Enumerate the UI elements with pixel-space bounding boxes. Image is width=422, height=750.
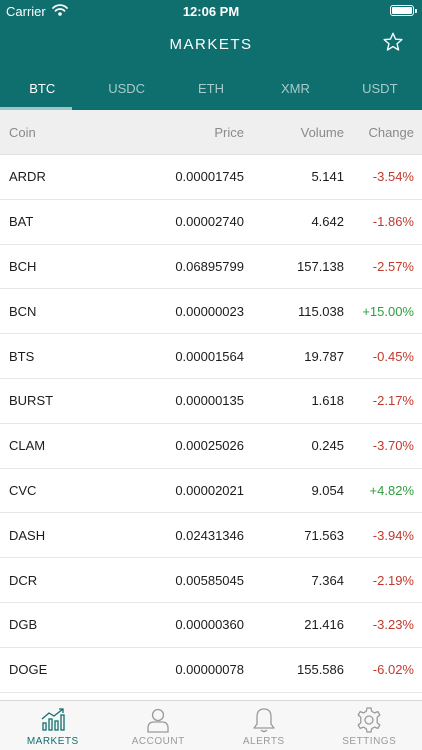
table-row[interactable]: BCH 0.06895799 157.138 -2.57% [0, 245, 422, 290]
tabbar-markets[interactable]: MARKETS [0, 701, 106, 750]
change-cell: -2.17% [372, 393, 414, 409]
change-cell: -1.86% [372, 214, 414, 230]
table-row[interactable]: BCN 0.00000023 115.038 +15.00% [0, 289, 422, 335]
volume-cell: 5.141 [311, 169, 344, 185]
page-title: MARKETS [169, 36, 253, 53]
volume-cell: 7.364 [311, 572, 344, 588]
price-cell: 0.00000360 [175, 617, 244, 633]
table-row[interactable]: DCR 0.00585045 7.364 -2.19% [0, 558, 422, 603]
change-cell: -3.94% [372, 527, 414, 543]
status-time: 12:06 PM [182, 4, 240, 19]
price-cell: 0.06895799 [175, 258, 244, 274]
column-header-coin[interactable]: Coin [0, 125, 150, 140]
coin-cell: DASH [9, 527, 46, 543]
price-cell: 0.00025026 [175, 438, 244, 454]
change-cell: +15.00% [362, 303, 414, 319]
change-cell: -6.02% [372, 662, 414, 678]
top-bar: Carrier 12:06 PM MARKETS BTC USDC ETH XM… [0, 0, 422, 110]
price-cell: 0.00000078 [175, 662, 244, 678]
change-cell: +4.82% [369, 482, 414, 498]
tabbar-alerts-label: ALERTS [242, 736, 285, 747]
coin-cell: ARDR [9, 169, 46, 185]
column-header-price[interactable]: Price [150, 125, 244, 140]
coin-cell: BCN [9, 303, 37, 319]
price-cell: 0.00000023 [175, 303, 244, 319]
tab-btc[interactable]: BTC [0, 66, 84, 110]
price-cell: 0.02431346 [175, 527, 244, 543]
tab-eth[interactable]: ETH [169, 66, 253, 110]
volume-cell: 71.563 [304, 527, 344, 543]
bell-icon [250, 706, 278, 734]
change-cell: -3.54% [372, 169, 414, 185]
table-row[interactable]: BAT 0.00002740 4.642 -1.86% [0, 200, 422, 245]
markets-table: Coin Price Volume Change ARDR 0.00001745… [0, 110, 422, 700]
volume-cell: 157.138 [297, 258, 344, 274]
table-row[interactable]: CVC 0.00002021 9.054 +4.82% [0, 469, 422, 514]
coin-cell: BCH [9, 258, 37, 274]
price-cell: 0.00001564 [175, 348, 244, 364]
price-cell: 0.00000135 [175, 393, 244, 409]
star-icon[interactable] [382, 31, 404, 53]
table-row[interactable]: BURST 0.00000135 1.618 -2.17% [0, 379, 422, 424]
coin-cell: BTS [9, 348, 35, 364]
tabbar-settings-label: SETTINGS [342, 736, 397, 747]
volume-cell: 9.054 [311, 482, 344, 498]
table-row[interactable]: CLAM 0.00025026 0.245 -3.70% [0, 424, 422, 469]
tabbar-markets-label: MARKETS [26, 736, 79, 747]
volume-cell: 0.245 [311, 438, 344, 454]
table-row[interactable]: DGB 0.00000360 21.416 -3.23% [0, 603, 422, 648]
volume-cell: 21.416 [304, 617, 344, 633]
bottom-tab-bar: MARKETS ACCOUNT ALERTS SETTINGS [0, 700, 422, 750]
coin-cell: CLAM [9, 438, 46, 454]
volume-cell: 1.618 [311, 393, 344, 409]
tabbar-account-label: ACCOUNT [131, 736, 185, 747]
tab-xmr[interactable]: XMR [253, 66, 337, 110]
change-cell: -2.19% [372, 572, 414, 588]
gear-icon [355, 706, 383, 734]
currency-tabs: BTC USDC ETH XMR USDT [0, 66, 422, 110]
coin-cell: BURST [9, 393, 54, 409]
table-row[interactable]: ARDR 0.00001745 5.141 -3.54% [0, 155, 422, 200]
table-row[interactable]: DASH 0.02431346 71.563 -3.94% [0, 513, 422, 559]
price-cell: 0.00002021 [175, 482, 244, 498]
tab-usdc[interactable]: USDC [84, 66, 168, 110]
tabbar-settings[interactable]: SETTINGS [317, 701, 422, 750]
coin-cell: DCR [9, 572, 38, 588]
table-row[interactable]: DOGE 0.00000078 155.586 -6.02% [0, 648, 422, 693]
table-header: Coin Price Volume Change [0, 110, 422, 155]
volume-cell: 19.787 [304, 348, 344, 364]
table-row[interactable]: BTS 0.00001564 19.787 -0.45% [0, 334, 422, 379]
battery-icon [390, 5, 417, 16]
user-icon [144, 706, 172, 734]
coin-cell: CVC [9, 482, 37, 498]
price-cell: 0.00001745 [175, 169, 244, 185]
price-cell: 0.00585045 [175, 572, 244, 588]
coin-cell: DGB [9, 617, 38, 633]
tab-usdt[interactable]: USDT [338, 66, 422, 110]
change-cell: -3.70% [372, 438, 414, 454]
change-cell: -3.23% [372, 617, 414, 633]
volume-cell: 115.038 [297, 303, 344, 319]
volume-cell: 4.642 [311, 214, 344, 230]
bar-chart-icon [39, 706, 67, 734]
column-header-volume[interactable]: Volume [244, 125, 344, 140]
column-header-change[interactable]: Change [344, 125, 414, 140]
coin-cell: BAT [9, 214, 34, 230]
status-bar: Carrier 12:06 PM [0, 0, 422, 22]
price-cell: 0.00002740 [175, 214, 244, 230]
coin-cell: DOGE [9, 662, 48, 678]
tabbar-account[interactable]: ACCOUNT [106, 701, 212, 750]
tabbar-alerts[interactable]: ALERTS [211, 701, 317, 750]
volume-cell: 155.586 [297, 662, 344, 678]
change-cell: -2.57% [372, 258, 414, 274]
change-cell: -0.45% [372, 348, 414, 364]
